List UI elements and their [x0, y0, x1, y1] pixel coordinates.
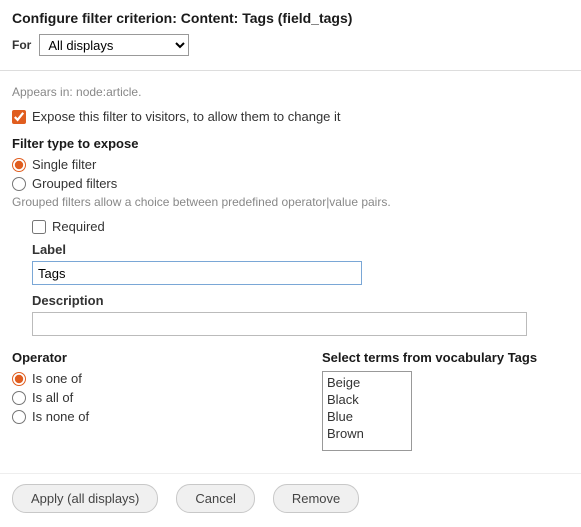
- operator-heading: Operator: [12, 350, 292, 365]
- terms-heading: Select terms from vocabulary Tags: [322, 350, 537, 365]
- expose-checkbox[interactable]: [12, 110, 26, 124]
- apply-button[interactable]: Apply (all displays): [12, 484, 158, 513]
- term-option[interactable]: Brown: [325, 425, 409, 442]
- term-option[interactable]: Blue: [325, 408, 409, 425]
- operator-is-all-of-label[interactable]: Is all of: [32, 390, 73, 405]
- remove-button[interactable]: Remove: [273, 484, 359, 513]
- expose-label[interactable]: Expose this filter to visitors, to allow…: [32, 109, 341, 124]
- label-input[interactable]: [32, 261, 362, 285]
- for-select[interactable]: All displays: [39, 34, 189, 56]
- grouped-filters-radio[interactable]: [12, 177, 26, 191]
- divider: [0, 473, 581, 474]
- label-heading: Label: [32, 242, 569, 257]
- description-input[interactable]: [32, 312, 527, 336]
- required-checkbox[interactable]: [32, 220, 46, 234]
- term-option[interactable]: Beige: [325, 374, 409, 391]
- single-filter-label[interactable]: Single filter: [32, 157, 96, 172]
- appears-in-text: Appears in: node:article.: [12, 85, 569, 99]
- single-filter-radio[interactable]: [12, 158, 26, 172]
- operator-is-none-of-radio[interactable]: [12, 410, 26, 424]
- dialog-title: Configure filter criterion: Content: Tag…: [12, 10, 569, 26]
- cancel-button[interactable]: Cancel: [176, 484, 254, 513]
- terms-listbox[interactable]: Beige Black Blue Brown: [322, 371, 412, 451]
- filter-type-heading: Filter type to expose: [12, 136, 569, 151]
- filter-type-hint: Grouped filters allow a choice between p…: [12, 195, 569, 209]
- term-option[interactable]: Black: [325, 391, 409, 408]
- operator-is-one-of-radio[interactable]: [12, 372, 26, 386]
- for-label: For: [12, 38, 31, 52]
- description-heading: Description: [32, 293, 569, 308]
- required-label[interactable]: Required: [52, 219, 105, 234]
- grouped-filters-label[interactable]: Grouped filters: [32, 176, 117, 191]
- operator-is-one-of-label[interactable]: Is one of: [32, 371, 82, 386]
- operator-is-none-of-label[interactable]: Is none of: [32, 409, 89, 424]
- operator-is-all-of-radio[interactable]: [12, 391, 26, 405]
